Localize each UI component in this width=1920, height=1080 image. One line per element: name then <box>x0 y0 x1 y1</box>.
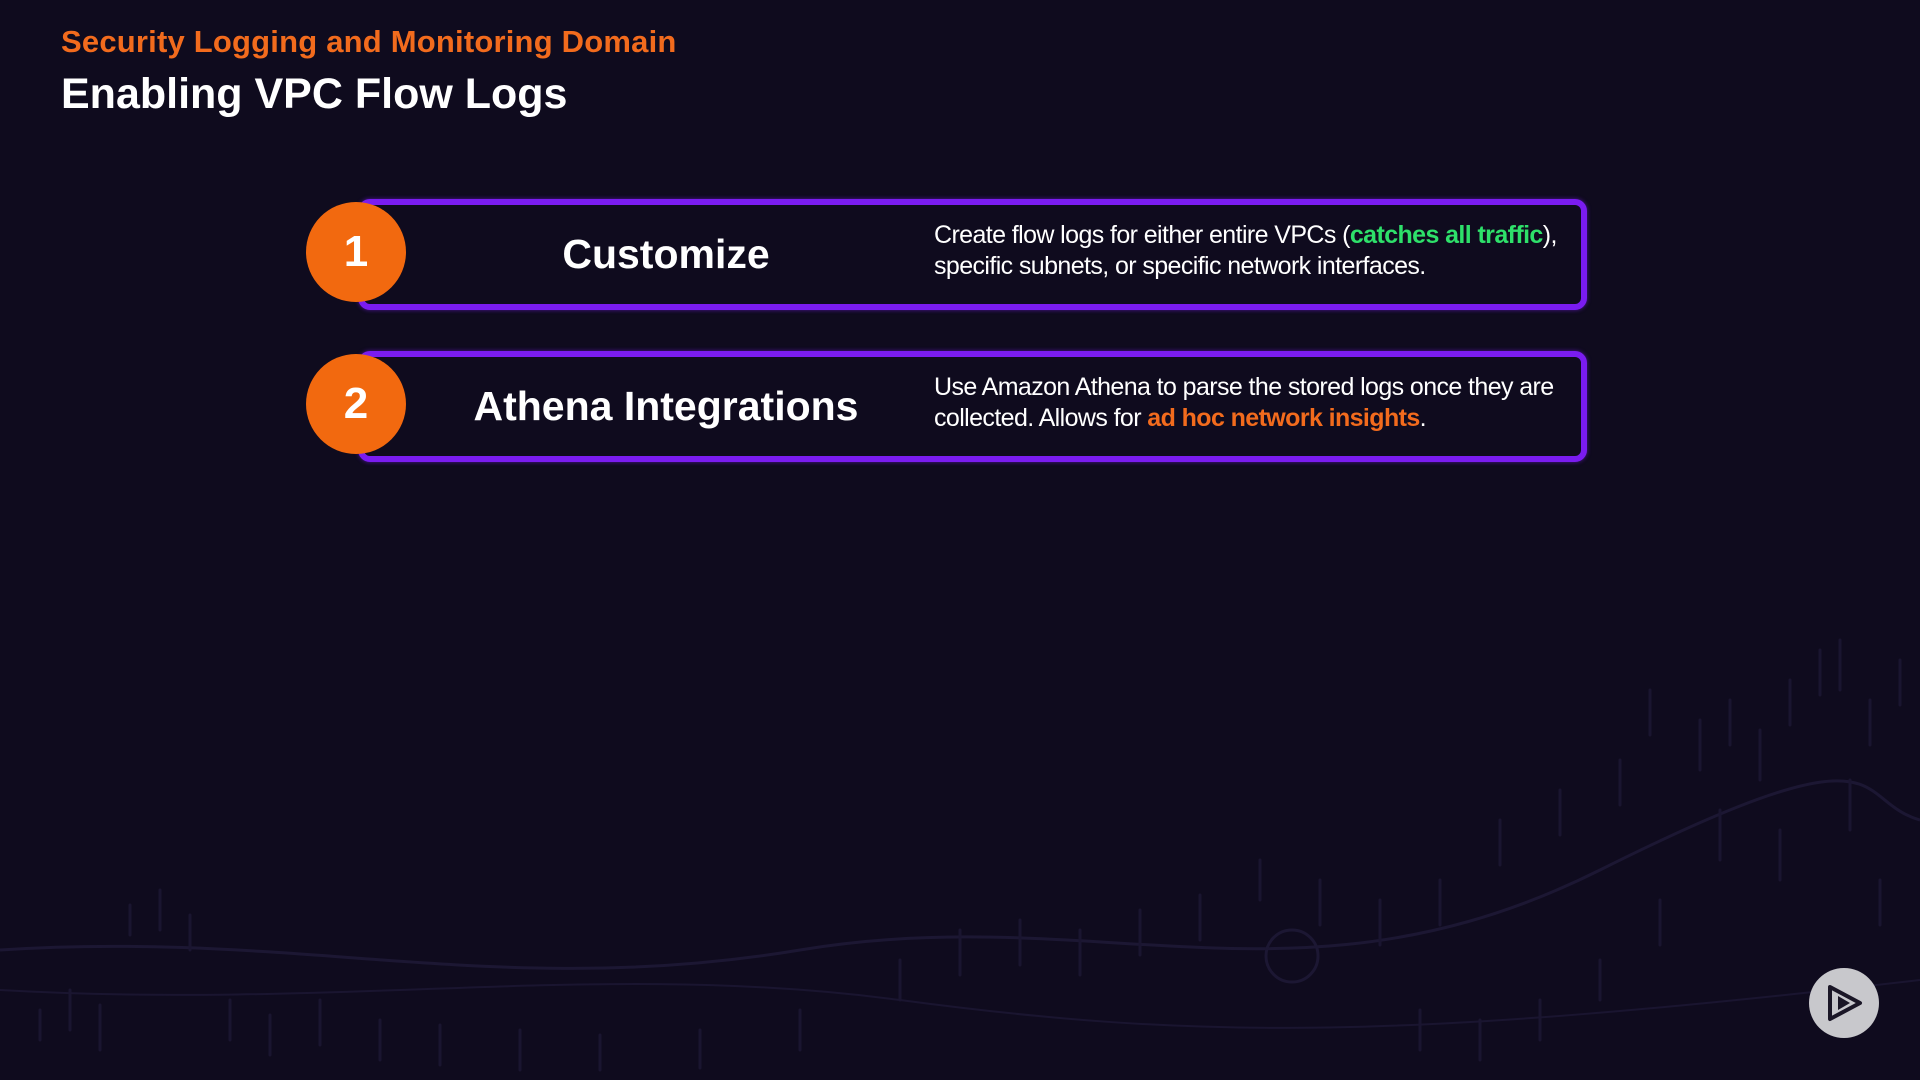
step-card-athena-integrations: 2 Athena Integrations Use Amazon Athena … <box>306 351 1588 462</box>
background-decoration <box>0 638 1920 1072</box>
page-title: Enabling VPC Flow Logs <box>61 70 568 118</box>
step-number-badge: 2 <box>306 354 406 454</box>
step-heading: Customize <box>562 231 770 277</box>
slide: Security Logging and Monitoring Domain E… <box>0 0 1920 1080</box>
step-description-highlight: ad hoc network insights <box>1147 404 1420 432</box>
step-description: Create flow logs for either entire VPCs … <box>934 220 1574 282</box>
step-description-text: Create flow logs for either entire VPCs … <box>934 221 1350 249</box>
play-logo-glyph <box>1828 985 1862 1021</box>
step-card-customize: 1 Customize Create flow logs for either … <box>306 199 1588 310</box>
play-logo-icon[interactable] <box>1809 968 1879 1038</box>
step-heading: Athena Integrations <box>473 383 859 429</box>
step-description: Use Amazon Athena to parse the stored lo… <box>934 372 1574 434</box>
section-kicker: Security Logging and Monitoring Domain <box>61 24 677 59</box>
step-description-highlight: catches all traffic <box>1349 221 1543 249</box>
step-number-badge: 1 <box>306 202 406 302</box>
step-description-text: . <box>1419 404 1427 432</box>
